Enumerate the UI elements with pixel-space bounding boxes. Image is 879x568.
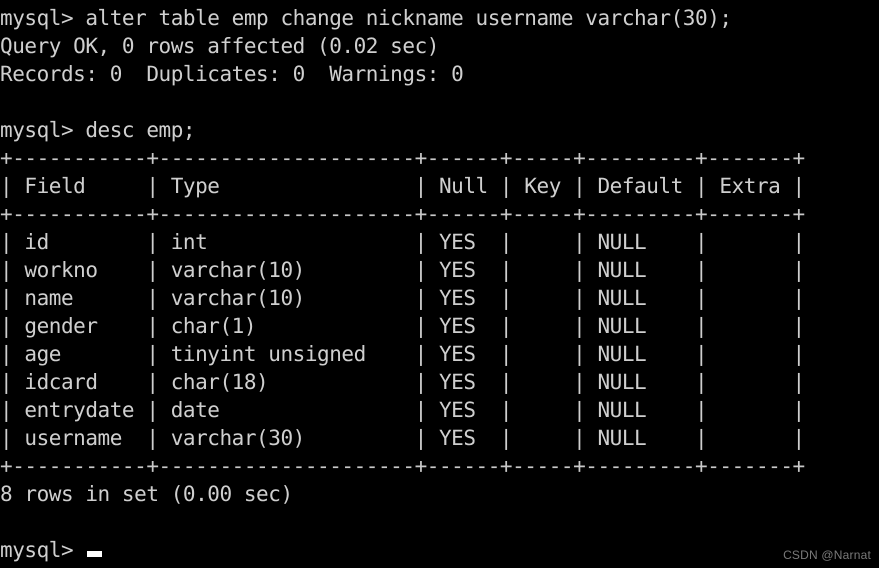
text-cursor (87, 551, 103, 557)
table-row: | name | varchar(10) | YES | | NULL | | (0, 286, 805, 310)
table-top-border: +-----------+---------------------+-----… (0, 146, 805, 170)
terminal-line-command-desc: mysql> desc emp; (0, 118, 196, 142)
prompt-label: mysql> (0, 538, 86, 562)
terminal-window[interactable]: mysql> alter table emp change nickname u… (0, 0, 879, 568)
table-row: | entrydate | date | YES | | NULL | | (0, 398, 805, 422)
table-header-separator: +-----------+---------------------+-----… (0, 202, 805, 226)
table-row: | age | tinyint unsigned | YES | | NULL … (0, 342, 805, 366)
table-row: | username | varchar(30) | YES | | NULL … (0, 426, 805, 450)
terminal-line-row-count: 8 rows in set (0.00 sec) (0, 482, 293, 506)
terminal-line-blank-2 (0, 508, 879, 536)
terminal-line-query-ok: Query OK, 0 rows affected (0.02 sec) (0, 34, 439, 58)
terminal-prompt-line[interactable]: mysql> (0, 536, 879, 564)
table-bottom-border: +-----------+---------------------+-----… (0, 454, 805, 478)
table-row: | id | int | YES | | NULL | | (0, 230, 805, 254)
table-header-row: | Field | Type | Null | Key | Default | … (0, 174, 805, 198)
terminal-line-blank-1 (0, 88, 879, 116)
table-row: | workno | varchar(10) | YES | | NULL | … (0, 258, 805, 282)
terminal-line-records: Records: 0 Duplicates: 0 Warnings: 0 (0, 62, 464, 86)
table-row: | idcard | char(18) | YES | | NULL | | (0, 370, 805, 394)
watermark: CSDN @Narnat (783, 548, 871, 562)
terminal-line-command-alter: mysql> alter table emp change nickname u… (0, 6, 732, 30)
table-row: | gender | char(1) | YES | | NULL | | (0, 314, 805, 338)
